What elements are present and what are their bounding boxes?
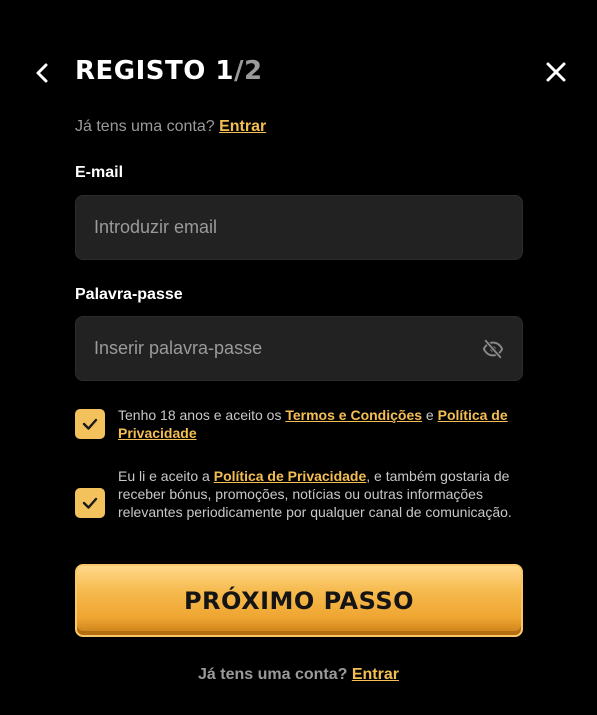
email-label: E-mail <box>75 164 124 181</box>
title-main: REGISTO 1 <box>75 56 235 86</box>
header: REGISTO 1/2 <box>0 52 597 92</box>
consent-age-text: Tenho 18 anos e aceito os Termos e Condi… <box>118 406 518 442</box>
email-field[interactable] <box>76 196 522 259</box>
bottom-login-prompt: Já tens uma conta? Entrar <box>0 666 597 684</box>
login-link[interactable]: Entrar <box>219 118 266 135</box>
consent-age-text-and: e <box>425 407 434 423</box>
consent-marketing-text: Eu li e aceito a Política de Privacidade… <box>118 467 518 521</box>
privacy-link-marketing[interactable]: Política de Privacidade <box>214 468 367 484</box>
terms-link[interactable]: Termos e Condições <box>285 407 422 423</box>
email-field-container <box>75 195 523 260</box>
chevron-left-icon <box>36 63 48 83</box>
checkmark-icon <box>82 418 98 430</box>
consent-marketing-checkbox[interactable] <box>75 488 105 518</box>
page-title: REGISTO 1/2 <box>75 56 263 86</box>
next-step-button[interactable]: PRÓXIMO PASSO <box>75 564 523 637</box>
title-separator: / <box>234 56 245 86</box>
login-prompt: Já tens uma conta? Entrar <box>75 118 266 136</box>
close-button[interactable] <box>543 59 569 85</box>
consent-age-row: Tenho 18 anos e aceito os Termos e Condi… <box>75 405 523 445</box>
bottom-login-link[interactable]: Entrar <box>352 666 399 683</box>
password-visibility-toggle[interactable] <box>482 338 504 360</box>
login-prompt-text: Já tens uma conta? <box>75 118 215 135</box>
consent-age-text-before: Tenho 18 anos e aceito os <box>118 407 282 423</box>
close-icon <box>546 62 566 82</box>
eye-off-icon <box>482 339 504 359</box>
title-total: 2 <box>244 56 263 86</box>
password-label: Palavra-passe <box>75 286 183 303</box>
consent-marketing-row: Eu li e aceito a Política de Privacidade… <box>75 466 523 542</box>
checkmark-icon <box>82 497 98 509</box>
password-field-container <box>75 316 523 381</box>
consent-age-checkbox[interactable] <box>75 409 105 439</box>
bottom-login-text: Já tens uma conta? <box>198 666 348 683</box>
consent-marketing-text-before: Eu li e aceito a <box>118 468 210 484</box>
back-button[interactable] <box>30 60 56 86</box>
password-field[interactable] <box>76 317 522 380</box>
next-step-label: PRÓXIMO PASSO <box>183 586 415 615</box>
